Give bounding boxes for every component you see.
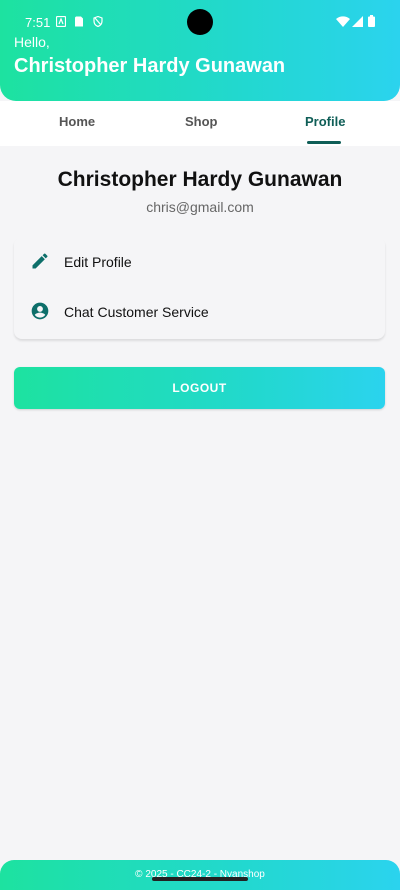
profile-email: chris@gmail.com [146,199,254,215]
profile-menu-card: Edit Profile Chat Customer Service [14,237,385,339]
wifi-icon [336,16,350,27]
sim-card-icon [75,16,83,27]
active-tab-indicator [307,141,341,144]
battery-icon [368,15,375,27]
profile-name: Christopher Hardy Gunawan [57,168,343,191]
notification-a-icon [56,16,66,27]
status-bar: 7:51 [0,0,400,40]
account-circle-icon [31,302,49,320]
tab-home[interactable]: Home [59,114,95,129]
tab-profile[interactable]: Profile [305,114,345,129]
header-username: Christopher Hardy Gunawan [14,55,286,77]
status-time: 7:51 [25,15,51,30]
menu-item-label: Edit Profile [64,254,132,270]
logout-button[interactable]: LOGOUT [14,367,385,409]
menu-item-label: Chat Customer Service [64,304,209,320]
tab-shop[interactable]: Shop [185,114,218,129]
menu-item-chat-customer-service[interactable]: Chat Customer Service [14,287,385,337]
app-header: 7:51 Hello, Christopher Hardy Gunawan [0,0,400,101]
shield-icon [93,16,103,27]
home-gesture-bar[interactable] [152,877,248,881]
greeting-text: Hello, [14,34,50,50]
pencil-icon [32,253,48,269]
front-camera [187,9,213,35]
tab-bar: Home Shop Profile [0,101,400,146]
signal-icon [352,16,363,27]
app-footer: © 2025 - CC24-2 - Nyanshop [0,860,400,890]
menu-item-edit-profile[interactable]: Edit Profile [14,237,385,287]
